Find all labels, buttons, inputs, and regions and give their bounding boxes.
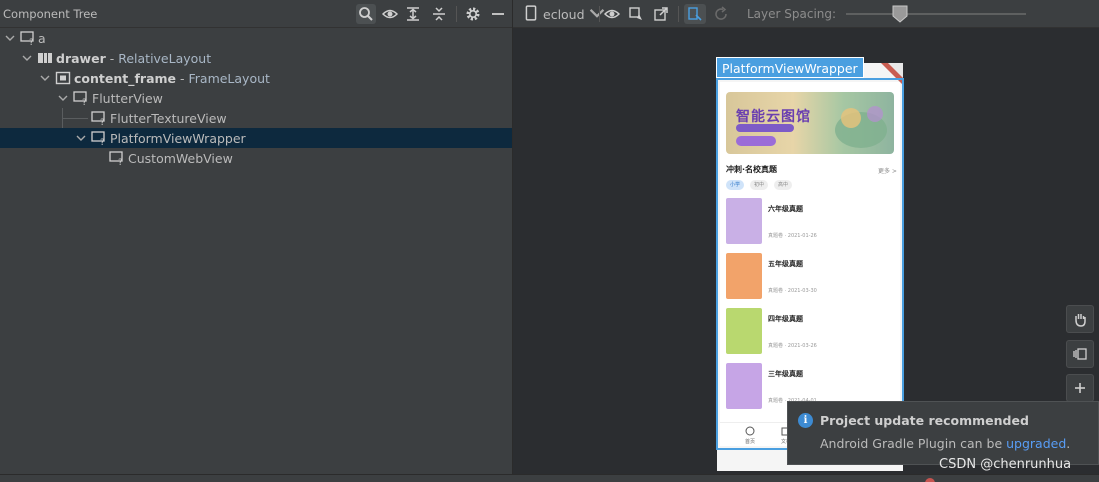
chevron-down-icon[interactable] xyxy=(4,32,16,44)
tree-node-label: a xyxy=(38,30,46,46)
toolbar-divider xyxy=(678,6,679,22)
refresh-icon[interactable] xyxy=(713,4,729,24)
zoom-in-button[interactable] xyxy=(1066,374,1094,402)
layer-spacing-slider-thumb[interactable] xyxy=(892,5,908,23)
layout-inspector-panel: ecloud Layer Spacing: 智能云图馆 冲刺·名校真题 更多 >… xyxy=(513,0,1099,474)
error-indicator-icon[interactable] xyxy=(925,478,935,482)
collapse-all-icon[interactable] xyxy=(429,4,449,24)
layers-icon xyxy=(1073,348,1087,360)
tree-node-label: CustomWebView xyxy=(128,150,233,166)
snapshot-icon[interactable] xyxy=(628,4,644,24)
svg-text:?: ? xyxy=(82,98,87,106)
tree-node-label: drawer - RelativeLayout xyxy=(56,50,212,66)
eye-icon[interactable] xyxy=(380,4,400,24)
zoom-in-icon xyxy=(1075,383,1085,393)
tree-row-content-frame[interactable]: content_frame - FrameLayout xyxy=(0,68,512,88)
chevron-down-icon[interactable] xyxy=(75,132,87,144)
device-name: ecloud xyxy=(543,6,585,22)
layer-spacing-slider[interactable] xyxy=(846,13,1026,15)
export-icon[interactable] xyxy=(653,4,669,24)
svg-text:?: ? xyxy=(118,158,123,166)
view-icon: ? xyxy=(20,30,36,46)
svg-text:?: ? xyxy=(29,38,34,46)
layer-spacing-label: Layer Spacing: xyxy=(747,7,837,21)
layers-button[interactable] xyxy=(1066,340,1094,368)
view-icon: ? xyxy=(91,110,107,126)
svg-text:?: ? xyxy=(100,138,105,146)
component-tree-title: Component Tree xyxy=(3,7,98,21)
relative-layout-icon xyxy=(37,50,53,66)
tree-row-a[interactable]: ? a xyxy=(0,28,512,48)
upgrade-link[interactable]: upgraded xyxy=(1006,436,1066,451)
component-tree-toolbar: Component Tree xyxy=(0,0,512,28)
chevron-down-icon xyxy=(589,5,605,24)
tree-node-label: content_frame - FrameLayout xyxy=(74,70,270,86)
tree-row-flutter-texture-view[interactable]: ? FlutterTextureView xyxy=(0,108,512,128)
search-icon[interactable] xyxy=(356,4,376,24)
minimize-icon[interactable] xyxy=(488,4,508,24)
gear-icon[interactable] xyxy=(463,4,483,24)
info-icon: i xyxy=(798,413,813,428)
selected-view-label: PlatformViewWrapper xyxy=(716,57,864,78)
view-icon: ? xyxy=(109,150,125,166)
pan-tool-button[interactable] xyxy=(1066,305,1094,333)
notification-body: Android Gradle Plugin can be upgraded. xyxy=(820,436,1071,451)
tree-row-flutter-view[interactable]: ? FlutterView xyxy=(0,88,512,108)
component-tree-panel: Component Tree ? a drawer - RelativeLayo… xyxy=(0,0,512,474)
view-icon: ? xyxy=(73,90,89,106)
expand-all-icon[interactable] xyxy=(403,4,423,24)
chevron-down-icon[interactable] xyxy=(57,92,69,104)
toolbar-divider xyxy=(599,6,600,22)
tree-row-platform-view-wrapper[interactable]: ? PlatformViewWrapper xyxy=(0,128,512,148)
notification-balloon[interactable]: i Project update recommended Android Gra… xyxy=(787,401,1099,465)
live-update-icon[interactable] xyxy=(684,4,706,24)
watermark: CSDN @chenrunhua xyxy=(939,457,1072,472)
hand-icon xyxy=(1075,314,1086,327)
device-dropdown[interactable]: ecloud xyxy=(523,4,605,24)
android-studio-layout-inspector: Component Tree ? a drawer - RelativeLayo… xyxy=(0,0,1099,482)
selected-view-outline xyxy=(716,78,904,450)
frame-layout-icon xyxy=(55,70,71,86)
tree-node-label: FlutterView xyxy=(92,90,163,106)
component-tree: ? a drawer - RelativeLayout content_fram… xyxy=(0,28,512,168)
svg-text:?: ? xyxy=(100,118,105,126)
notification-title: Project update recommended xyxy=(820,413,1029,428)
status-bar xyxy=(0,474,1099,482)
chevron-down-icon[interactable] xyxy=(39,72,51,84)
view-icon: ? xyxy=(91,130,107,146)
tree-row-drawer[interactable]: drawer - RelativeLayout xyxy=(0,48,512,68)
chevron-down-icon[interactable] xyxy=(21,52,33,64)
eye-icon[interactable] xyxy=(604,4,620,24)
tree-node-label: FlutterTextureView xyxy=(110,110,227,126)
tree-row-custom-web-view[interactable]: ? CustomWebView xyxy=(0,148,512,168)
phone-icon xyxy=(523,4,539,24)
inspector-toolbar: ecloud Layer Spacing: xyxy=(513,0,1099,28)
toolbar-divider xyxy=(456,6,457,22)
tree-node-label: PlatformViewWrapper xyxy=(110,130,246,146)
